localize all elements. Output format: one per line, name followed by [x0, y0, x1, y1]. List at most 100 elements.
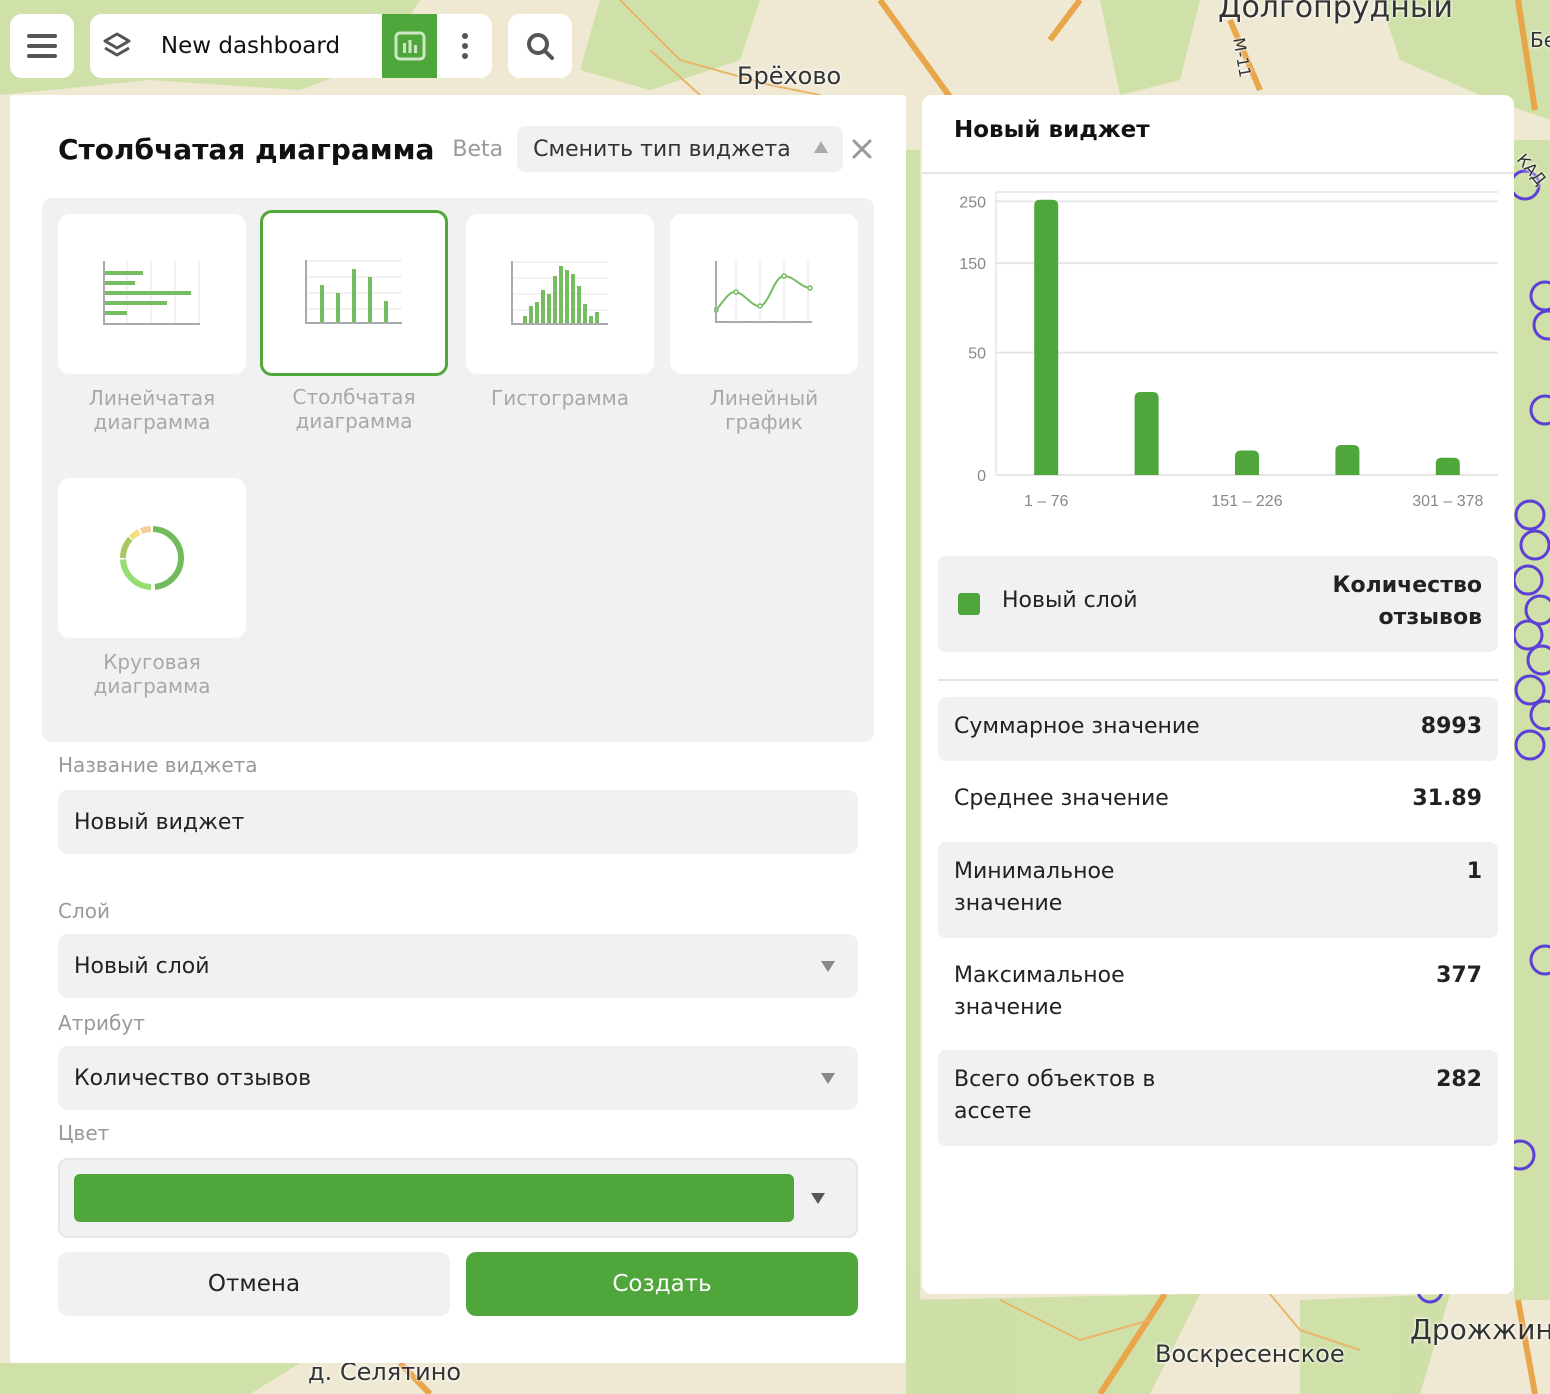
- attribute-select-value: Количество отзывов: [74, 1065, 312, 1091]
- hamburger-menu-icon: [27, 34, 57, 58]
- widget-type-label: Линейный график: [709, 386, 819, 434]
- bar[interactable]: [1335, 445, 1360, 475]
- stat-row-total-objects: Всего объектов в ассете 282: [938, 1050, 1498, 1146]
- x-tick-label: 151 – 226: [1211, 493, 1282, 510]
- layers-button[interactable]: [90, 31, 145, 61]
- layer-label: Слой: [58, 899, 110, 923]
- color-picker[interactable]: [58, 1158, 858, 1238]
- widget-type-label: Столбчатая диаграмма: [292, 385, 416, 433]
- stat-value: 1: [1466, 859, 1482, 884]
- x-tick-label: 301 – 378: [1412, 493, 1483, 510]
- legend-attribute-line: отзывов: [1378, 605, 1482, 630]
- dropdown-arrow-icon: [821, 1073, 835, 1084]
- map-label-dolgoprudny: Долгопрудный: [1218, 0, 1454, 25]
- stat-label: Максимальное значение: [954, 963, 1125, 1020]
- widget-type-preview: [466, 214, 654, 374]
- layers-icon: [103, 32, 131, 57]
- search-button[interactable]: [508, 14, 572, 78]
- legend-layer-name: Новый слой: [1002, 588, 1138, 613]
- widget-type-label: Гистограмма: [491, 386, 629, 410]
- stat-row-sum: Суммарное значение 8993: [938, 697, 1498, 761]
- bar[interactable]: [1435, 457, 1460, 475]
- editor-header: Столбчатая диаграмма Beta Сменить тип ви…: [58, 125, 878, 173]
- bar-chart-icon: [394, 31, 426, 61]
- map-label-brekhovo: Брёхово: [737, 62, 842, 90]
- close-button[interactable]: [846, 133, 878, 165]
- dashboard-toolbar: New dashboard: [90, 14, 492, 78]
- widget-type-label: Линейчатая диаграмма: [88, 386, 216, 434]
- map-label-be: Бе: [1530, 28, 1550, 52]
- stat-value: 282: [1436, 1067, 1482, 1092]
- layer-select[interactable]: Новый слой: [58, 934, 858, 998]
- stat-label: Суммарное значение: [954, 714, 1200, 739]
- y-tick-label: 0: [977, 468, 986, 485]
- widget-type-label: Круговая диаграмма: [93, 650, 211, 698]
- stat-label: Среднее значение: [954, 786, 1169, 811]
- search-icon: [527, 33, 554, 60]
- widget-type-preview: [670, 214, 858, 374]
- legend-color-swatch: [958, 593, 980, 615]
- create-button[interactable]: Создать: [466, 1252, 858, 1316]
- menu-button[interactable]: [10, 14, 74, 78]
- widget-name-label: Название виджета: [58, 753, 258, 777]
- widget-type-pie[interactable]: Круговая диаграмма: [58, 478, 246, 698]
- editor-title: Столбчатая диаграмма: [58, 132, 435, 166]
- beta-badge: Beta: [452, 136, 504, 162]
- cancel-button[interactable]: Отмена: [58, 1252, 450, 1316]
- pie-chart-icon: [120, 526, 184, 590]
- more-options-button[interactable]: [437, 32, 492, 60]
- dropdown-arrow-icon: [811, 1193, 825, 1204]
- color-swatch: [74, 1174, 794, 1222]
- close-icon: [852, 139, 872, 159]
- stat-row-average: Среднее значение 31.89: [938, 769, 1498, 833]
- y-tick-label: 250: [959, 194, 986, 211]
- widget-type-bar-horizontal[interactable]: Линейчатая диаграмма: [58, 214, 246, 434]
- stat-value: 377: [1436, 963, 1482, 988]
- stat-value: 8993: [1420, 714, 1482, 739]
- chart-legend: Новый слой Количество отзывов: [938, 556, 1498, 652]
- widget-title: Новый виджет: [954, 117, 1150, 143]
- widget-type-preview: [58, 214, 246, 374]
- stat-label: Минимальное значение: [954, 859, 1115, 916]
- y-tick-label: 50: [968, 346, 986, 363]
- map-label-drozhzhino: Дрожжин: [1410, 1313, 1550, 1346]
- dashboard-title[interactable]: New dashboard: [145, 33, 382, 59]
- legend-attribute-name: Количество отзывов: [1333, 570, 1482, 634]
- widget-type-column[interactable]: Столбчатая диаграмма: [260, 210, 448, 433]
- stat-value: 31.89: [1412, 786, 1482, 811]
- bar[interactable]: [1235, 450, 1259, 475]
- widget-type-preview: [260, 210, 448, 376]
- change-widget-type-button[interactable]: Сменить тип виджета: [517, 126, 844, 172]
- histogram-icon: [511, 261, 608, 325]
- stat-row-max: Максимальное значение 377: [938, 946, 1498, 1042]
- legend-attribute-line: Количество: [1332, 573, 1482, 598]
- layer-select-value: Новый слой: [74, 953, 210, 979]
- divider: [938, 679, 1498, 681]
- y-tick-label: 150: [959, 256, 986, 273]
- widget-preview-panel: Новый виджет 0 50 150 250 1 – 76 151 – 226 30…: [922, 95, 1514, 1294]
- widget-type-preview: [58, 478, 246, 638]
- widget-type-line[interactable]: Линейный график: [670, 214, 858, 434]
- map-label-voskresenskoe: Воскресенское: [1155, 1340, 1345, 1368]
- bar[interactable]: [1034, 199, 1059, 475]
- widget-type-grid: Линейчатая диаграмма Столбчатая диаграмм…: [42, 198, 874, 742]
- color-label: Цвет: [58, 1121, 110, 1145]
- line-chart-icon: [714, 261, 813, 323]
- bar-chart: 0 50 150 250 1 – 76 151 – 226 301 – 378: [959, 191, 1498, 510]
- dropdown-arrow-icon: [821, 961, 835, 972]
- stat-label: Всего объектов в ассете: [954, 1067, 1156, 1124]
- widget-editor-panel: Столбчатая диаграмма Beta Сменить тип ви…: [10, 95, 906, 1363]
- widgets-button[interactable]: [382, 14, 438, 78]
- bar[interactable]: [1134, 392, 1159, 475]
- column-chart-icon: [305, 260, 402, 324]
- caret-up-icon: [814, 141, 829, 153]
- more-vertical-icon: [461, 33, 468, 59]
- widget-type-histogram[interactable]: Гистограмма: [466, 214, 654, 410]
- x-tick-label: 1 – 76: [1024, 493, 1069, 510]
- widget-name-input[interactable]: Новый виджет: [58, 790, 858, 854]
- stat-row-min: Минимальное значение 1: [938, 842, 1498, 938]
- horizontal-bar-chart-icon: [103, 261, 200, 325]
- attribute-select[interactable]: Количество отзывов: [58, 1046, 858, 1110]
- widget-name-value: Новый виджет: [74, 809, 245, 835]
- change-widget-type-label: Сменить тип виджета: [533, 136, 791, 162]
